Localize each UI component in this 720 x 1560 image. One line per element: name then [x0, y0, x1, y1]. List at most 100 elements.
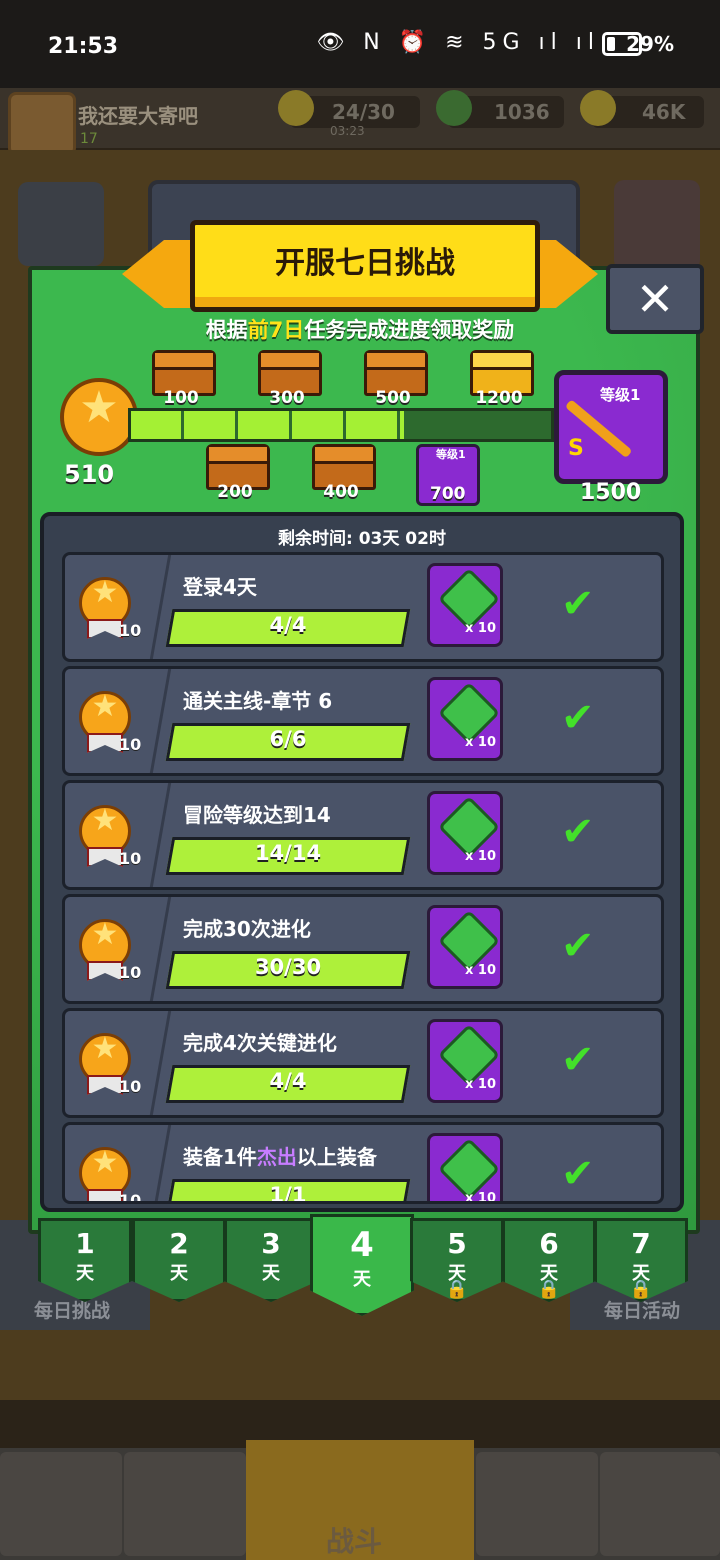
- gem-icon: [436, 90, 472, 126]
- nav-shop[interactable]: [0, 1452, 122, 1556]
- panel-title: 开服七日挑战: [275, 246, 455, 281]
- task-row[interactable]: ★ 10 装备1件杰出以上装备 1/1 x 10 ✔: [62, 1122, 664, 1204]
- check-icon: ✔: [561, 581, 595, 627]
- day-unit: 天: [170, 1263, 188, 1284]
- ribbon-icon: [87, 733, 123, 753]
- task-points: 10: [119, 1191, 142, 1204]
- task-points: 10: [119, 1077, 142, 1096]
- day-number: 6: [539, 1227, 559, 1260]
- day-number: 1: [75, 1227, 95, 1260]
- star-icon: ★: [91, 1031, 119, 1066]
- score-value: 510: [64, 460, 115, 488]
- battery-percent: 29%: [626, 32, 674, 56]
- avatar[interactable]: [8, 92, 76, 156]
- star-icon: ★: [91, 1145, 119, 1180]
- status-icons: 👁 N ⏰ ≋ 5G ıl ıl: [316, 30, 600, 55]
- task-name: 冒险等级达到14: [183, 803, 331, 827]
- day-number: 7: [631, 1227, 651, 1260]
- lightning-icon: [278, 90, 314, 126]
- task-name: 装备1件杰出以上装备: [183, 1145, 377, 1169]
- equipment-reward-value: 700: [430, 484, 466, 504]
- day-number: 3: [261, 1227, 281, 1260]
- task-progress-text: 6/6: [269, 727, 307, 751]
- task-row[interactable]: ★ 10 通关主线-章节 6 6/6 x 10 ✔: [62, 666, 664, 776]
- username: 我还要大寄吧: [78, 104, 198, 128]
- task-row[interactable]: ★ 10 冒险等级达到14 14/14 x 10 ✔: [62, 780, 664, 890]
- check-icon: ✔: [561, 695, 595, 741]
- remaining-time: 剩余时间: 03天 02时: [278, 529, 446, 549]
- stamina-value: 24/30: [332, 100, 395, 124]
- user-level: 17: [80, 131, 98, 147]
- task-progress-text: 4/4: [269, 1069, 307, 1093]
- chest-label-500: 500: [375, 388, 411, 408]
- star-icon: ★: [79, 382, 119, 433]
- day-unit: 天: [262, 1263, 280, 1284]
- subtitle-highlight: 前7日: [247, 318, 305, 342]
- daily-challenge-label: 每日挑战: [34, 1300, 111, 1322]
- task-points: 10: [119, 621, 142, 640]
- background-right-button[interactable]: [614, 180, 700, 270]
- task-name-highlight: 杰出: [256, 1145, 297, 1169]
- chest-label-1200: 1200: [475, 388, 523, 408]
- sword-reward-level: 等级1: [600, 386, 641, 404]
- star-icon: ★: [91, 917, 119, 952]
- progress-fill: [131, 411, 404, 439]
- task-points: 10: [119, 963, 142, 982]
- gem-value: 1036: [494, 100, 550, 124]
- progress-track: [128, 408, 554, 442]
- nav-equipment[interactable]: [124, 1452, 246, 1556]
- coin-value: 46K: [642, 100, 686, 124]
- task-divider: [149, 1125, 172, 1201]
- coin-icon: [580, 90, 616, 126]
- menu-button[interactable]: [18, 182, 104, 266]
- nav-fight-label: 战斗: [326, 1525, 383, 1558]
- day-unit: 天: [76, 1263, 94, 1284]
- task-name: 完成4次关键进化: [183, 1031, 337, 1055]
- task-reward-count: x 10: [465, 1077, 497, 1092]
- status-time: 21:53: [48, 34, 119, 59]
- task-progress-text: 14/14: [254, 841, 322, 865]
- day-number: 5: [447, 1227, 467, 1260]
- sword-reward-value: 1500: [580, 480, 642, 505]
- task-reward-count: x 10: [465, 849, 497, 864]
- task-name: 通关主线-章节 6: [183, 689, 333, 713]
- nav-evolve[interactable]: [600, 1452, 720, 1556]
- task-reward-count: x 10: [465, 735, 497, 750]
- check-icon: ✔: [561, 809, 595, 855]
- chest-label-200: 200: [217, 482, 253, 502]
- task-progress-text: 30/30: [254, 955, 322, 979]
- task-reward-count: x 10: [465, 1191, 497, 1204]
- panel-subtitle: 根据前7日任务完成进度领取奖励: [205, 318, 515, 342]
- star-icon: ★: [91, 575, 119, 610]
- task-row[interactable]: ★ 10 登录4天 4/4 x 10 ✔: [62, 552, 664, 662]
- star-icon: ★: [91, 689, 119, 724]
- task-reward-count: x 10: [465, 963, 497, 978]
- chest-label-100: 100: [163, 388, 199, 408]
- day-number: 2: [169, 1227, 189, 1260]
- task-progress-text: 4/4: [269, 613, 307, 637]
- chest-label-400: 400: [323, 482, 359, 502]
- ribbon-icon: [87, 1189, 123, 1201]
- task-progress-text: 1/1: [269, 1183, 307, 1204]
- star-icon: ★: [91, 803, 119, 838]
- chest-label-300: 300: [269, 388, 305, 408]
- stamina-timer: 03:23: [330, 124, 365, 138]
- task-row[interactable]: ★ 10 完成30次进化 30/30 x 10 ✔: [62, 894, 664, 1004]
- sword-grade: S: [568, 436, 584, 461]
- day-unit: 天: [353, 1269, 371, 1290]
- task-points: 10: [119, 849, 142, 868]
- day-number: 4: [350, 1225, 374, 1265]
- task-name: 登录4天: [183, 575, 257, 599]
- ribbon-icon: [87, 1075, 123, 1095]
- nav-talent[interactable]: [476, 1452, 598, 1556]
- equipment-reward-level: 等级1: [436, 448, 466, 461]
- check-icon: ✔: [561, 1037, 595, 1083]
- ribbon-icon: [87, 619, 123, 639]
- task-points: 10: [119, 735, 142, 754]
- task-row[interactable]: ★ 10 完成4次关键进化 4/4 x 10 ✔: [62, 1008, 664, 1118]
- ribbon-icon: [87, 847, 123, 867]
- check-icon: ✔: [561, 923, 595, 969]
- task-name: 完成30次进化: [183, 917, 311, 941]
- task-reward-count: x 10: [465, 621, 497, 636]
- ribbon-icon: [87, 961, 123, 981]
